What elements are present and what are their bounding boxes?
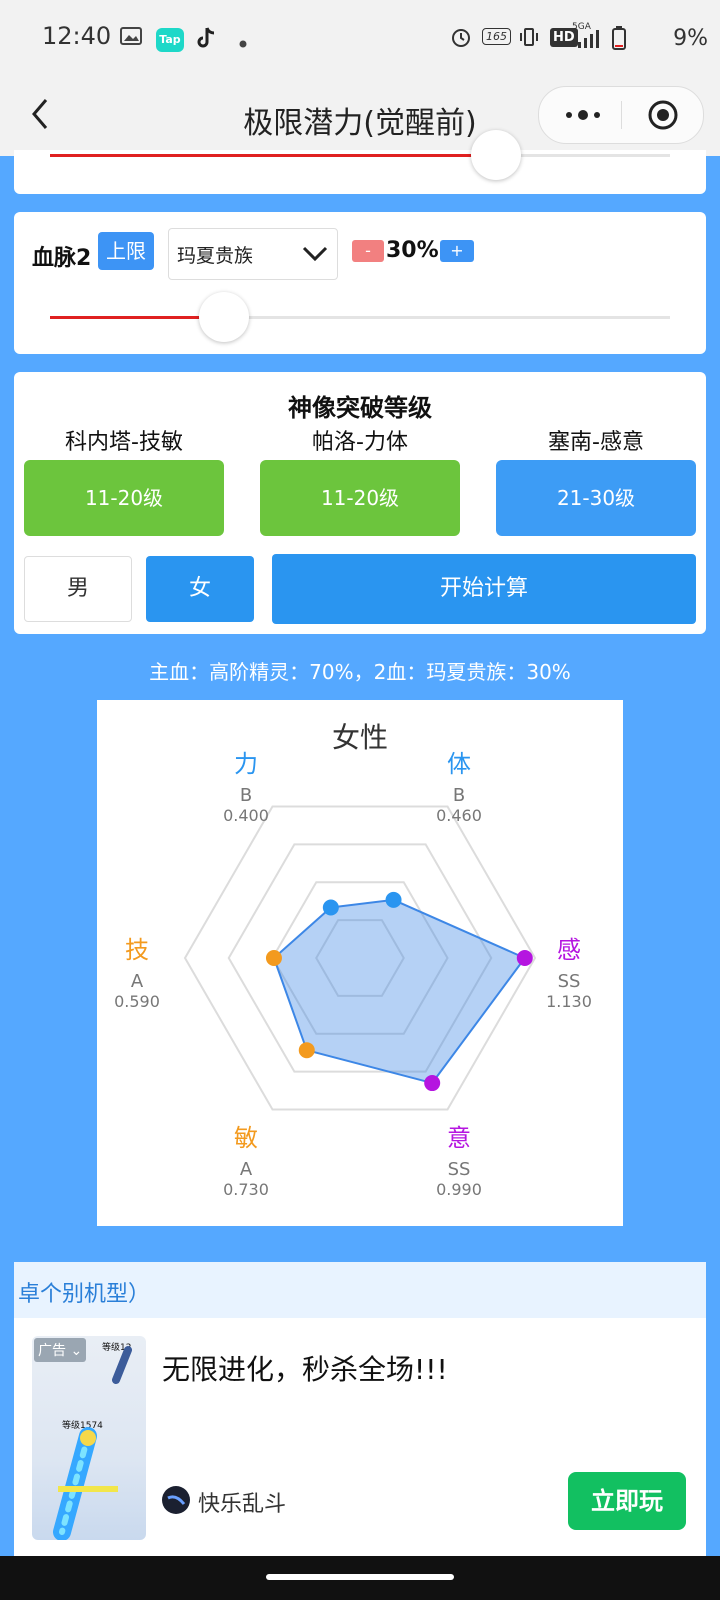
axis-value: 0.460 [436,806,482,825]
radar-chart-panel: 女性 力 B 0.400 体 B 0.460 感 SS 1.130 意 SS 0… [97,700,623,1226]
network-type-label: 5GA [572,22,591,32]
dot-icon [238,30,248,54]
status-bar: 12:40 Tap 165 HD 5GA 9% [0,0,720,80]
column-name-sainan: 塞南-感意 [548,430,644,455]
battery-icon [612,26,626,55]
tiktok-icon [196,26,216,55]
axis-name: 感 [557,936,581,964]
limit-tag[interactable]: 上限 [98,232,154,270]
axis-value: 1.130 [546,992,592,1011]
radar-point-1 [385,891,402,908]
blood2-percent: 30% [386,238,439,263]
axis-name: 技 [125,936,149,964]
notice-strip: 卓个别机型） [14,1262,706,1318]
level-button-sainan[interactable]: 21-30级 [496,460,696,536]
axis-grade: SS [447,1159,471,1180]
blood2-card: 血脉2 上限 玛夏贵族 - 30% + [14,212,706,354]
home-indicator[interactable] [266,1574,454,1580]
axis-name: 力 [234,750,258,778]
radar-point-3 [424,1075,441,1092]
axis-value: 0.990 [436,1180,482,1199]
ad-thumbnail-art [53,1346,132,1540]
radar-axis-will: 意 SS 0.990 [419,1118,499,1199]
taptap-icon: Tap [156,28,184,52]
blood1-slider-knob[interactable] [471,130,522,180]
capsule-divider [621,101,622,129]
play-now-button[interactable]: 立即玩 [568,1472,686,1530]
axis-name: 敏 [234,1124,258,1152]
summary-text: 主血：高阶精灵：70%，2血：玛夏贵族：30% [149,660,571,684]
radar-axis-agility: 敏 A 0.730 [206,1118,286,1199]
axis-name: 意 [447,1124,471,1152]
signal-5g-icon: 5GA [572,22,602,50]
ad-headline: 无限进化，秒杀全场!!! [162,1353,448,1386]
more-icon[interactable] [563,105,603,129]
radar-axis-strength: 力 B 0.400 [206,744,286,825]
axis-grade: B [452,785,466,806]
app-logo-icon [162,1486,190,1514]
level-button-palo[interactable]: 11-20级 [260,460,460,536]
blood1-card [14,130,706,194]
blood2-select[interactable]: 玛夏贵族 [168,228,338,280]
app-name: 快乐乱斗 [198,1492,287,1517]
radar-point-4 [298,1042,315,1059]
blood2-slider-fill [50,316,224,319]
axis-grade: A [239,1159,253,1180]
blood2-label: 血脉2 [32,246,92,271]
gender-male-button[interactable]: 男 [24,556,132,622]
plus-button[interactable]: + [440,240,474,262]
breakthrough-title: 神像突破等级 [288,394,432,422]
ad-thumbnail[interactable]: 广告 ⌄ 等级12 等级1574 [32,1336,146,1540]
alarm-icon [450,26,472,53]
radar-axis-physique: 体 B 0.460 [419,744,499,825]
blood2-slider-knob[interactable] [198,292,249,342]
level-button-konata[interactable]: 11-20级 [24,460,224,536]
gender-female-button[interactable]: 女 [146,556,254,622]
blood1-slider-fill [50,154,497,157]
axis-value: 0.590 [114,992,160,1011]
refresh-rate-icon: 165 [482,28,511,45]
gesture-bar [0,1556,720,1600]
start-calc-button[interactable]: 开始计算 [272,554,696,624]
mini-program-capsule [538,86,704,144]
radar-axis-perception: 感 SS 1.130 [529,930,609,1011]
axis-grade: A [130,971,144,992]
axis-grade: B [239,785,253,806]
radar-point-5 [265,950,282,966]
blood2-select-value: 玛夏贵族 [177,245,254,267]
vibrate-icon [518,26,540,53]
close-target-icon[interactable] [647,99,679,135]
ad-card[interactable]: 广告 ⌄ 等级12 等级1574 无限进化，秒杀全场!!! 快乐乱斗 立即玩 [14,1318,706,1558]
axis-name: 体 [447,750,471,778]
column-name-konata: 科内塔-技敏 [65,430,183,455]
axis-value: 0.730 [223,1180,269,1199]
axis-value: 0.400 [223,806,269,825]
radar-point-0 [322,899,339,916]
nav-bar: 极限潜力(觉醒前) [0,80,720,156]
radar-axis-technique: 技 A 0.590 [97,930,177,1011]
notice-text: 卓个别机型） [18,1282,151,1307]
chevron-down-icon [301,243,329,267]
breakthrough-card: 神像突破等级 科内塔-技敏 帕洛-力体 塞南-感意 11-20级 11-20级 … [14,372,706,634]
gallery-icon [120,26,142,51]
battery-percent: 9% [673,26,708,51]
minus-button[interactable]: - [352,240,384,262]
axis-grade: SS [557,971,581,992]
column-name-palo: 帕洛-力体 [312,430,408,455]
status-time: 12:40 [42,22,112,50]
